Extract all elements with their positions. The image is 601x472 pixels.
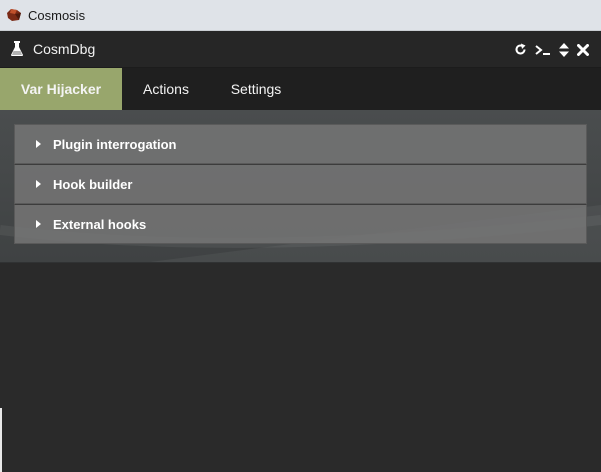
terminal-icon[interactable] — [535, 42, 551, 58]
caret-right-icon — [35, 179, 43, 189]
sort-icon[interactable] — [559, 42, 569, 58]
section-label: Plugin interrogation — [53, 136, 177, 152]
panel-header: CosmDbg — [0, 31, 601, 68]
window-title: Cosmosis — [28, 7, 86, 23]
tab-settings[interactable]: Settings — [210, 68, 302, 110]
os-title-bar: Cosmosis — [0, 0, 601, 31]
section-label: Hook builder — [53, 176, 133, 192]
tab-content-panel: Plugin interrogation Hook builder Extern… — [0, 110, 601, 263]
caret-right-icon — [35, 219, 43, 229]
tab-var-hijacker[interactable]: Var Hijacker — [0, 68, 122, 110]
empty-panel-area — [0, 263, 601, 472]
panel-title: CosmDbg — [33, 41, 96, 57]
close-icon[interactable] — [577, 42, 589, 58]
window-edge — [0, 408, 2, 472]
caret-right-icon — [35, 139, 43, 149]
section-external-hooks[interactable]: External hooks — [14, 204, 587, 244]
flask-icon — [10, 41, 24, 57]
cosmosis-app-icon — [6, 8, 22, 22]
accordion: Plugin interrogation Hook builder Extern… — [14, 124, 587, 244]
section-plugin-interrogation[interactable]: Plugin interrogation — [14, 124, 587, 164]
tab-actions[interactable]: Actions — [122, 68, 210, 110]
refresh-icon[interactable] — [514, 42, 527, 58]
section-hook-builder[interactable]: Hook builder — [14, 164, 587, 204]
section-label: External hooks — [53, 216, 147, 232]
panel-actions — [514, 31, 589, 68]
tab-bar: Var Hijacker Actions Settings — [0, 68, 601, 110]
